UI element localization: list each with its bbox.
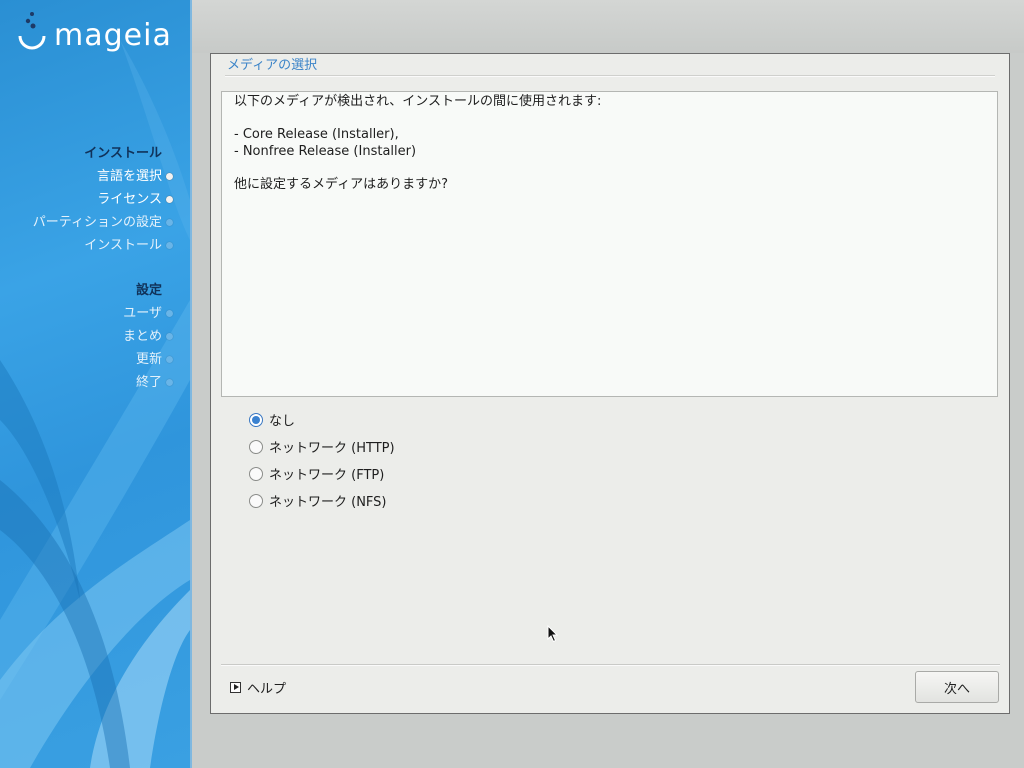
- mouse-pointer-icon: [547, 625, 559, 643]
- nav-item-label: 終了: [135, 375, 162, 390]
- help-label[interactable]: ヘルプ: [247, 678, 286, 697]
- radio-option-ftp[interactable]: ネットワーク (FTP): [249, 460, 395, 487]
- nav-item-user: ユーザ: [123, 302, 173, 325]
- radio-option-http[interactable]: ネットワーク (HTTP): [249, 433, 395, 460]
- nav-heading-config: 設定: [135, 283, 162, 298]
- radio-option-none[interactable]: なし: [249, 406, 395, 433]
- next-button[interactable]: 次へ: [915, 671, 999, 703]
- step-pending-icon: [166, 379, 173, 386]
- radio-label[interactable]: ネットワーク (HTTP): [269, 437, 395, 456]
- step-pending-icon: [166, 219, 173, 226]
- nav-item-license: ライセンス: [33, 188, 173, 211]
- step-pending-icon: [166, 310, 173, 317]
- message-question: 他に設定するメディアはありますか?: [234, 176, 448, 192]
- radio-unselected-icon[interactable]: [249, 466, 263, 481]
- nav-item-install: インストール: [33, 234, 173, 257]
- step-pending-icon: [166, 242, 173, 249]
- dialog-title: メディアの選択: [227, 58, 318, 73]
- expand-arrow-icon[interactable]: [230, 682, 241, 693]
- radio-label[interactable]: ネットワーク (NFS): [269, 491, 387, 510]
- media-selection-dialog: メディアの選択 以下のメディアが検出され、インストールの間に使用されます: - …: [210, 53, 1010, 714]
- radio-label[interactable]: なし: [269, 410, 295, 429]
- radio-unselected-icon[interactable]: [249, 493, 263, 508]
- mageia-logo-icon: [18, 12, 46, 50]
- nav-item-label: まとめ: [122, 329, 162, 344]
- nav-section-install: インストール 言語を選択 ライセンス パーティションの設定 インストール: [32, 142, 173, 257]
- radio-selected-icon[interactable]: [249, 412, 263, 427]
- sidebar: mageia インストール 言語を選択 ライセンス パーティションの設定 インス…: [0, 0, 190, 768]
- media-item: - Nonfree Release (Installer): [234, 143, 417, 159]
- nav-item-updates: 更新: [123, 348, 173, 371]
- nav-item-partitioning: パーティションの設定: [32, 211, 173, 234]
- nav-item-label: ライセンス: [97, 192, 162, 207]
- step-pending-icon: [166, 356, 173, 363]
- logo-wordmark: mageia: [54, 18, 172, 53]
- message-intro: 以下のメディアが検出され、インストールの間に使用されます:: [234, 94, 602, 109]
- nav-item-label: 更新: [135, 352, 162, 367]
- message-text-area[interactable]: 以下のメディアが検出され、インストールの間に使用されます: - Core Rel…: [221, 91, 998, 397]
- nav-item-label: インストール: [84, 238, 162, 253]
- step-done-icon: [166, 196, 173, 203]
- nav-item-finish: 終了: [123, 371, 173, 394]
- nav-item-label: パーティションの設定: [32, 215, 162, 230]
- radio-unselected-icon[interactable]: [249, 439, 263, 454]
- title-divider: [225, 75, 995, 77]
- media-item: - Core Release (Installer),: [234, 127, 399, 142]
- message-blank: [234, 111, 985, 128]
- radio-option-nfs[interactable]: ネットワーク (NFS): [249, 487, 395, 514]
- sidebar-divider: [190, 0, 192, 768]
- nav-heading-install: インストール: [84, 146, 162, 161]
- top-bar: [192, 0, 1024, 53]
- nav-item-summary: まとめ: [122, 325, 173, 348]
- nav-item-label: 言語を選択: [96, 169, 162, 184]
- step-done-icon: [166, 173, 173, 180]
- bottom-divider: [221, 664, 1000, 666]
- media-options-group: なし ネットワーク (HTTP) ネットワーク (FTP) ネットワーク (NF…: [249, 406, 395, 514]
- nav-item-label: ユーザ: [123, 306, 162, 321]
- help-expander[interactable]: ヘルプ: [230, 678, 286, 697]
- message-blank: [234, 160, 985, 177]
- radio-label[interactable]: ネットワーク (FTP): [269, 464, 384, 483]
- nav-item-language: 言語を選択: [33, 165, 173, 188]
- step-pending-icon: [166, 333, 173, 340]
- nav-section-config: 設定 ユーザ まとめ 更新 終了: [122, 279, 173, 394]
